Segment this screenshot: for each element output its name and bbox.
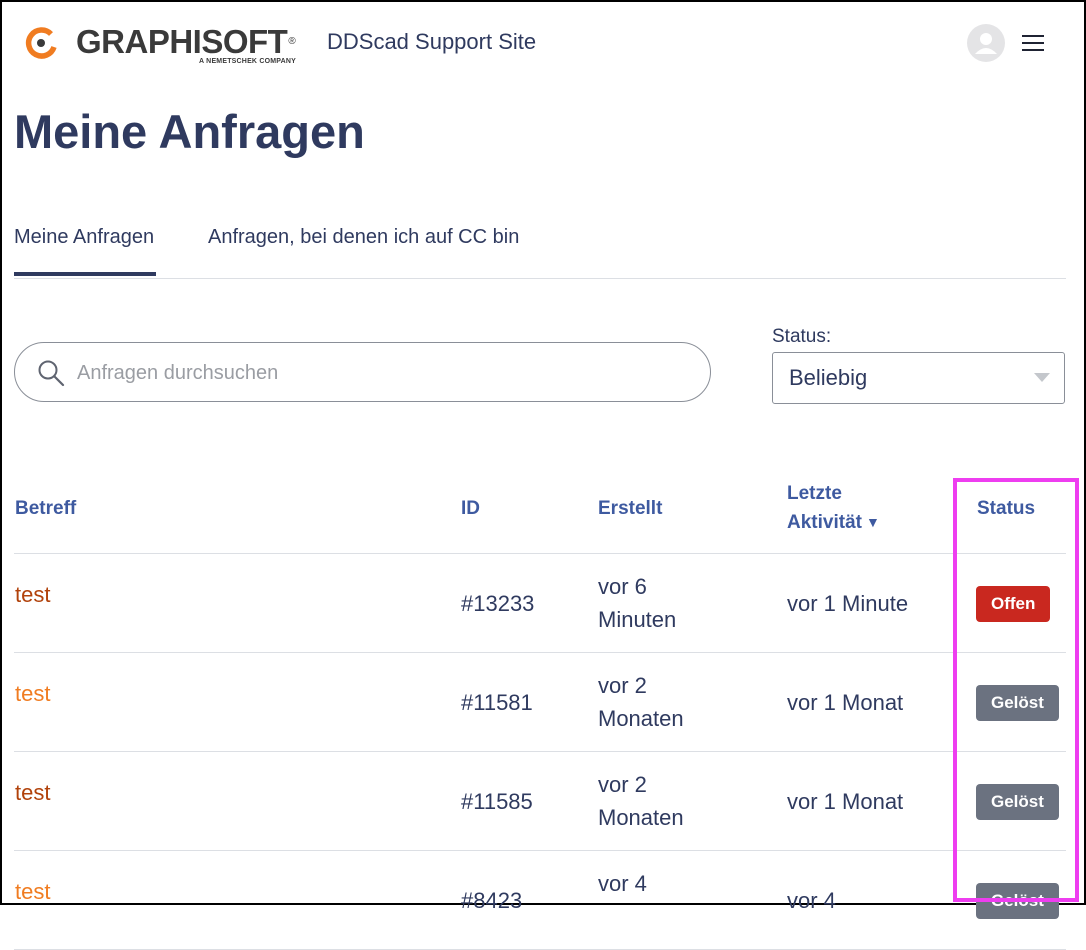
request-created: vor 4: [598, 871, 647, 896]
site-name-link[interactable]: DDScad Support Site: [327, 29, 536, 55]
user-avatar-icon[interactable]: [967, 24, 1005, 62]
request-last-activity: vor 1 Monat: [787, 789, 904, 814]
search-icon: [38, 360, 65, 387]
request-subject-link[interactable]: test: [15, 875, 50, 908]
table-row: test #13233 vor 6 Minuten vor 1 Minute O…: [14, 554, 1066, 653]
request-created: vor 2 Monaten: [598, 772, 684, 830]
status-filter-value: Beliebig: [789, 365, 868, 390]
status-badge: Gelöst: [976, 685, 1059, 721]
request-id: #8423: [461, 888, 523, 913]
request-id: #13233: [461, 591, 535, 616]
request-subject-link[interactable]: test: [15, 578, 50, 611]
column-header-id: ID: [461, 498, 480, 519]
status-badge: Gelöst: [976, 883, 1059, 919]
logo-wordmark: GRAPHISOFT®: [76, 23, 296, 60]
page-title: Meine Anfragen: [14, 105, 365, 158]
status-badge: Gelöst: [976, 784, 1059, 820]
request-subject-link[interactable]: test: [15, 776, 50, 809]
request-created: vor 2 Monaten: [598, 673, 684, 731]
request-last-activity: vor 1 Monat: [787, 690, 904, 715]
tab-cc-requests[interactable]: Anfragen, bei denen ich auf CC bin: [208, 214, 519, 276]
request-created: vor 6 Minuten: [598, 574, 677, 632]
column-header-status: Status: [977, 498, 1036, 519]
graphisoft-logo[interactable]: GRAPHISOFT® A NEMETSCHEK COMPANY: [24, 24, 296, 68]
sort-descending-icon: ▼: [865, 514, 880, 530]
column-header-last-activity-label: Letzte Aktivität: [787, 483, 862, 533]
column-header-subject: Betreff: [15, 498, 77, 519]
column-header-last-activity[interactable]: Letzte Aktivität ▼: [787, 480, 917, 537]
table-row: test #8423 vor 4 vor 4 Gelöst: [14, 851, 1066, 950]
status-filter-select[interactable]: Beliebig: [772, 352, 1065, 404]
status-badge: Offen: [976, 586, 1051, 622]
request-last-activity: vor 1 Minute: [787, 591, 909, 616]
table-row: test #11585 vor 2 Monaten vor 1 Monat Ge…: [14, 752, 1066, 851]
request-id: #11585: [461, 789, 533, 814]
search-box[interactable]: [14, 342, 711, 402]
status-filter-label: Status:: [772, 326, 832, 347]
hamburger-menu-icon[interactable]: [1022, 35, 1045, 52]
tab-my-requests[interactable]: Meine Anfragen: [14, 214, 157, 276]
table-header: Betreff ID Erstellt Letzte Aktivität ▼ St…: [14, 472, 1066, 554]
graphisoft-logo-icon: [25, 27, 57, 59]
logo-tagline: A NEMETSCHEK COMPANY: [199, 58, 296, 65]
table-row: test #11581 vor 2 Monaten vor 1 Monat Ge…: [14, 653, 1066, 752]
requests-table: Betreff ID Erstellt Letzte Aktivität ▼ St…: [14, 472, 1066, 950]
search-input[interactable]: [75, 353, 679, 393]
request-last-activity: vor 4: [787, 888, 836, 913]
request-tabs: Meine Anfragen Anfragen, bei denen ich a…: [14, 214, 1066, 279]
chevron-down-icon: [1034, 373, 1050, 382]
user-silhouette-icon: [975, 33, 997, 54]
site-header: GRAPHISOFT® A NEMETSCHEK COMPANY DDScad …: [2, 2, 1084, 92]
column-header-created: Erstellt: [598, 498, 663, 519]
request-subject-link[interactable]: test: [15, 677, 50, 710]
request-id: #11581: [461, 690, 533, 715]
